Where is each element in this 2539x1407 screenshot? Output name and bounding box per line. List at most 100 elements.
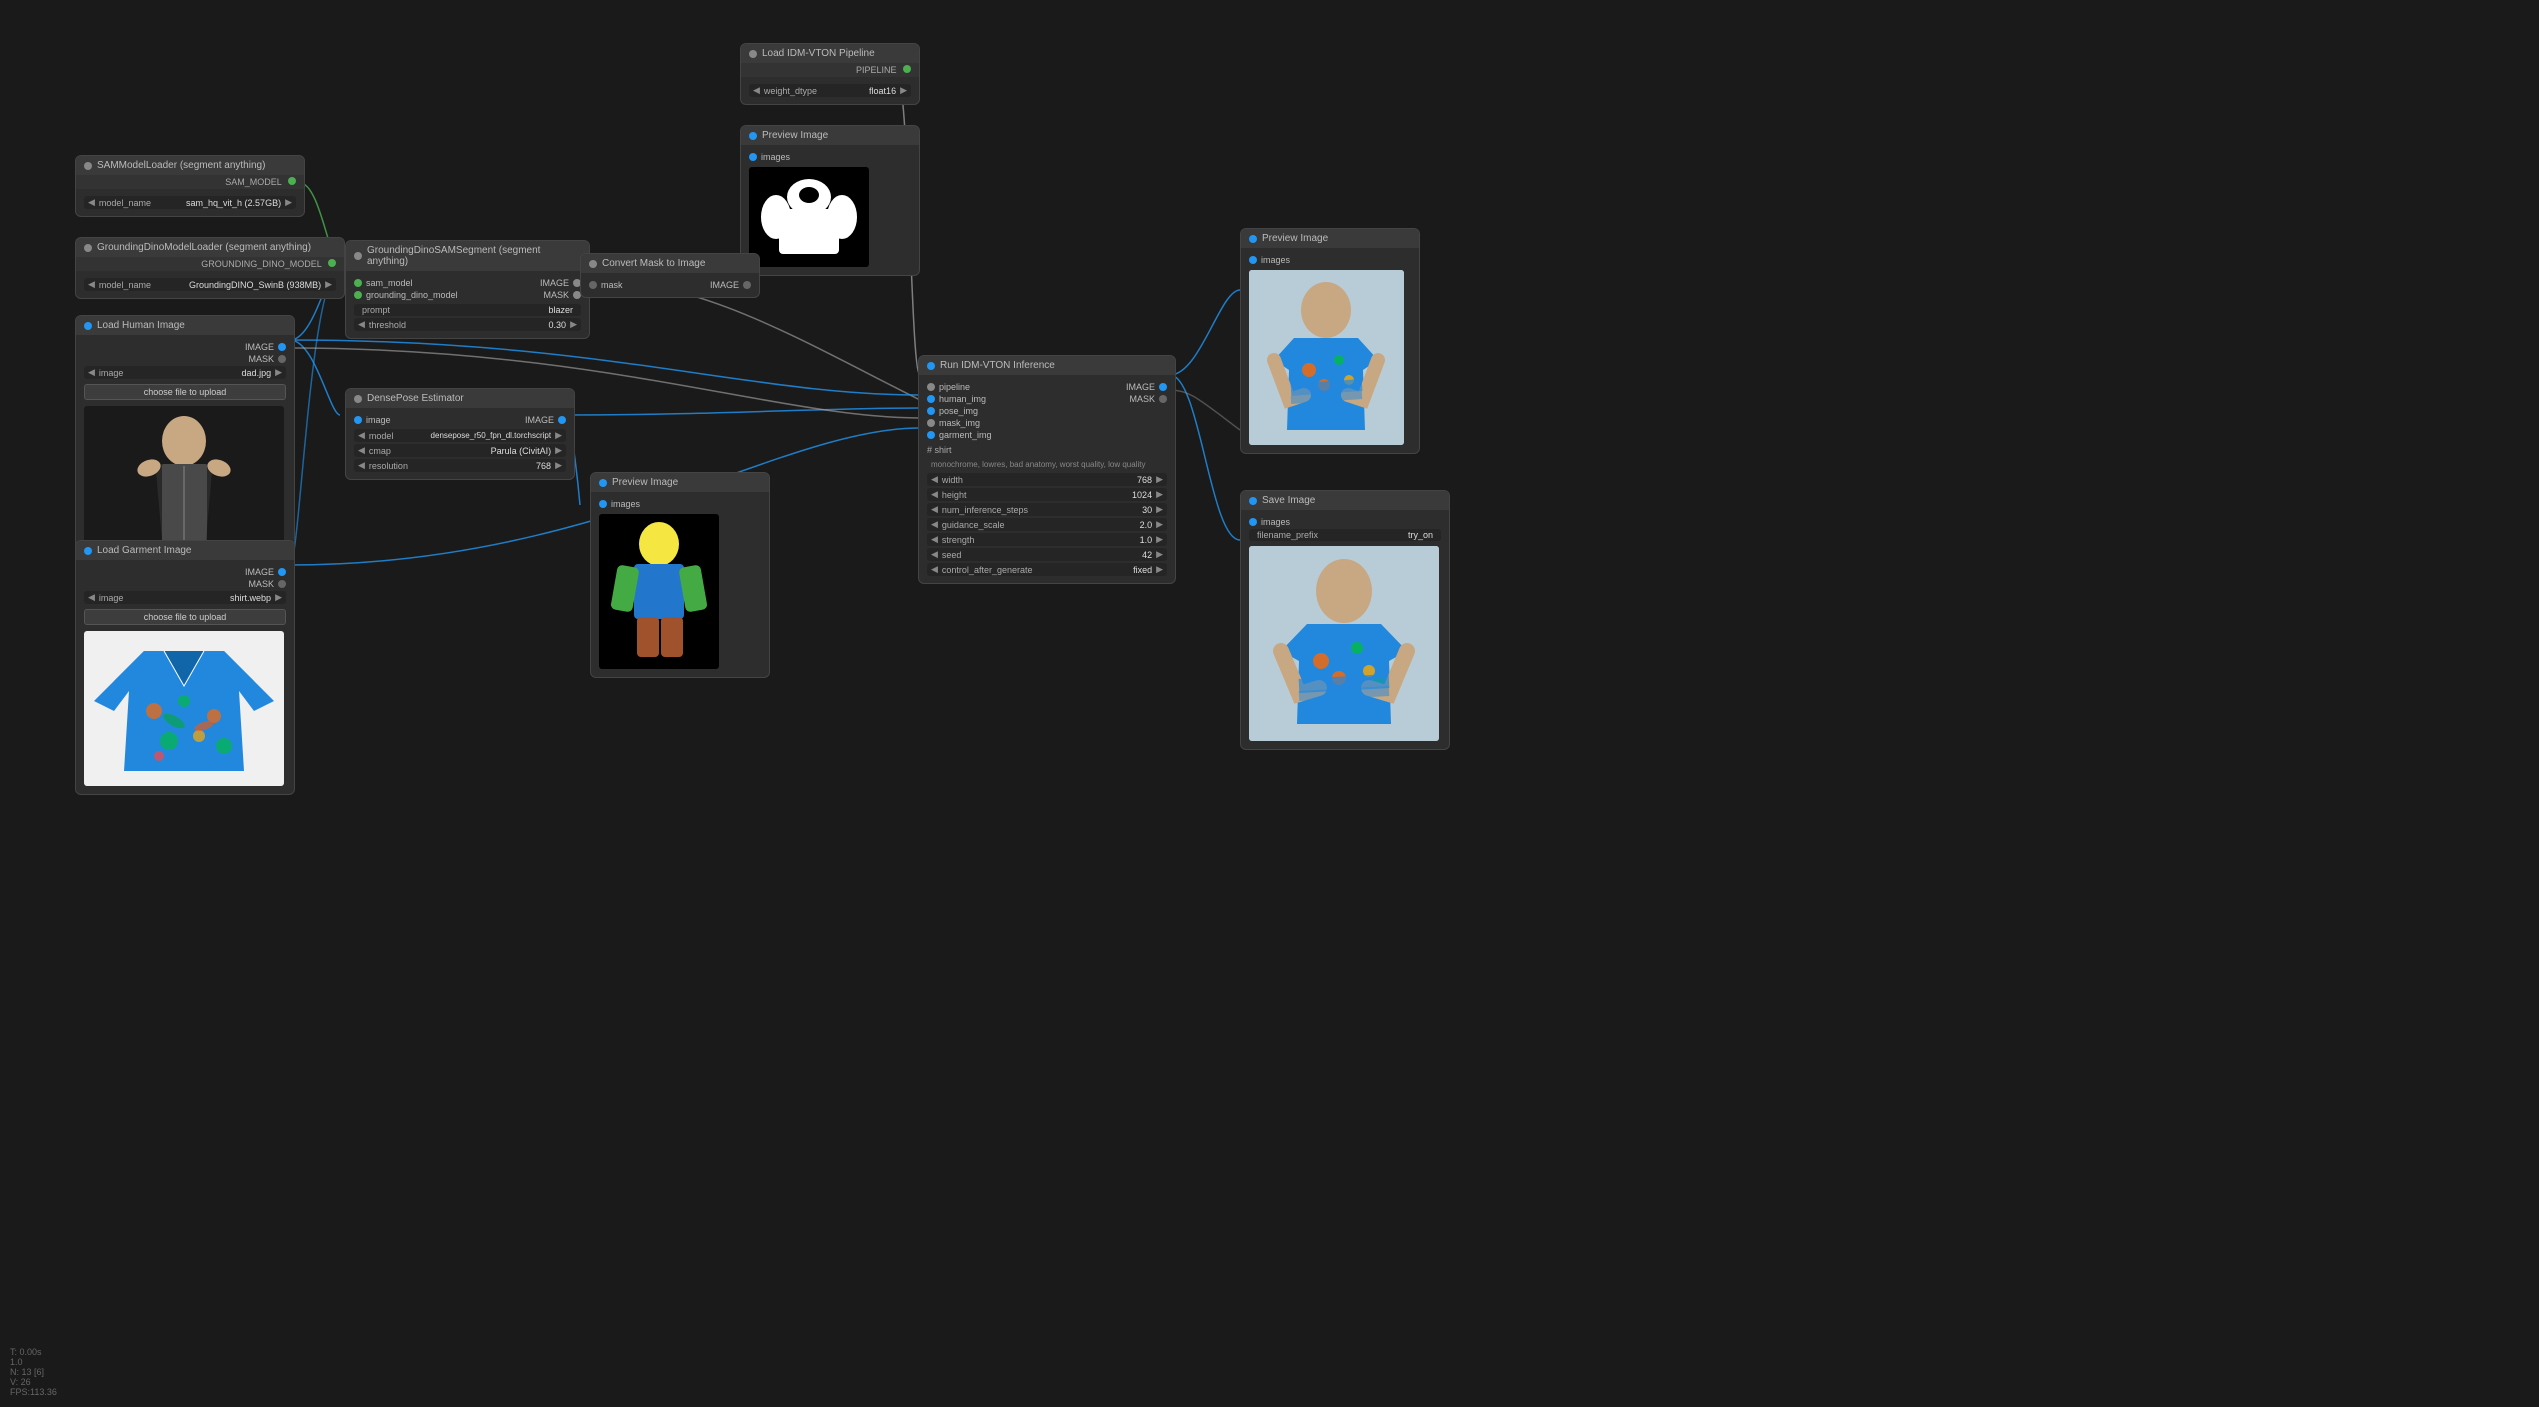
image-output-port: IMAGE	[540, 278, 581, 288]
run-idm-vton-header: Run IDM-VTON Inference	[919, 356, 1175, 375]
resolution-field[interactable]: ◀ resolution 768 ▶	[354, 459, 566, 472]
images-port: images	[749, 152, 911, 162]
node-status-dot	[84, 162, 92, 170]
node-status-dot	[354, 395, 362, 403]
status-line3: N: 13 [6]	[10, 1367, 57, 1377]
node-body: images filename_prefix try_on	[1241, 510, 1449, 749]
image-output: IMAGE	[84, 567, 286, 577]
grounding-dino-loader-node: GroundingDinoModelLoader (segment anythi…	[75, 237, 345, 299]
status-line1: T: 0.00s	[10, 1347, 57, 1357]
node-title: Preview Image	[612, 477, 678, 488]
node-title: DensePose Estimator	[367, 393, 464, 404]
mask-output-port: MASK	[540, 290, 581, 300]
node-status-dot	[84, 244, 92, 252]
image-output-port: IMAGE	[525, 415, 566, 425]
image-field[interactable]: ◀ image dad.jpg ▶	[84, 366, 286, 379]
convert-mask-header: Convert Mask to Image	[581, 254, 759, 273]
save-image-header: Save Image	[1241, 491, 1449, 510]
node-title: Load IDM-VTON Pipeline	[762, 48, 875, 59]
load-human-image-node: Load Human Image IMAGE MASK ◀ image dad.…	[75, 315, 295, 575]
node-body: ◀ model_name GroundingDINO_SwinB (938MB)…	[76, 271, 344, 298]
node-status-dot	[84, 547, 92, 555]
load-human-image-header: Load Human Image	[76, 316, 294, 335]
node-body: image IMAGE ◀ model densepose_r50_fpn_dl…	[346, 408, 574, 479]
node-body: IMAGE MASK ◀ image shirt.webp ▶ choose f…	[76, 560, 294, 794]
image-input-port: image	[354, 415, 391, 425]
node-title: Preview Image	[762, 130, 828, 141]
result-preview-image	[1249, 270, 1404, 445]
node-status-dot	[749, 132, 757, 140]
grounding-dino-model-port: grounding_dino_model	[354, 290, 458, 300]
node-title: Convert Mask to Image	[602, 258, 705, 269]
preview-densepose-header: Preview Image	[591, 473, 769, 492]
node-type-label: PIPELINE	[741, 63, 919, 77]
sam-model-port: sam_model	[354, 278, 458, 288]
image-field[interactable]: ◀ image shirt.webp ▶	[84, 591, 286, 604]
negative-prompt: monochrome, lowres, bad anatomy, worst q…	[927, 458, 1167, 471]
status-bar: T: 0.00s 1.0 N: 13 [6] V: 26 FPS:113.36	[10, 1347, 57, 1397]
height-field[interactable]: ◀ height 1024 ▶	[927, 488, 1167, 501]
node-body: ◀ model_name sam_hq_vit_h (2.57GB) ▶	[76, 189, 304, 216]
mask-output: MASK	[1126, 394, 1167, 404]
control-after-generate-field[interactable]: ◀ control_after_generate fixed ▶	[927, 563, 1167, 576]
node-status-dot	[1249, 497, 1257, 505]
seed-field[interactable]: ◀ seed 42 ▶	[927, 548, 1167, 561]
node-title: GroundingDinoModelLoader (segment anythi…	[97, 242, 311, 253]
node-body: images	[1241, 248, 1419, 453]
mask-output: MASK	[84, 579, 286, 589]
node-status-dot	[1249, 235, 1257, 243]
node-status-dot	[84, 322, 92, 330]
densepose-node: DensePose Estimator image IMAGE ◀ model …	[345, 388, 575, 480]
pose-img-input: pose_img	[927, 406, 992, 416]
images-port: images	[1249, 517, 1441, 527]
grounding-dino-sam-header: GroundingDinoSAMSegment (segment anythin…	[346, 241, 589, 271]
filename-prefix-field[interactable]: filename_prefix try_on	[1249, 529, 1441, 541]
node-body: images	[741, 145, 919, 275]
weight-dtype-field[interactable]: ◀ weight_dtype float16 ▶	[749, 84, 911, 97]
node-status-dot	[599, 479, 607, 487]
prompt-field[interactable]: prompt blazer	[354, 304, 581, 316]
preview-mask-node: Preview Image images	[740, 125, 920, 276]
image-output: IMAGE	[1126, 382, 1167, 392]
node-status-dot	[589, 260, 597, 268]
pipeline-input: pipeline	[927, 382, 992, 392]
node-title: SAMModelLoader (segment anything)	[97, 160, 265, 171]
image-output-port: IMAGE	[710, 280, 751, 290]
strength-field[interactable]: ◀ strength 1.0 ▶	[927, 533, 1167, 546]
densepose-header: DensePose Estimator	[346, 389, 574, 408]
status-line2: 1.0	[10, 1357, 57, 1367]
node-status-dot	[927, 362, 935, 370]
grounding-dino-sam-node: GroundingDinoSAMSegment (segment anythin…	[345, 240, 590, 339]
guidance-scale-field[interactable]: ◀ guidance_scale 2.0 ▶	[927, 518, 1167, 531]
load-garment-image-header: Load Garment Image	[76, 541, 294, 560]
width-field[interactable]: ◀ width 768 ▶	[927, 473, 1167, 486]
sam-loader-node: SAMModelLoader (segment anything) SAM_MO…	[75, 155, 305, 217]
images-port: images	[599, 499, 761, 509]
densepose-preview-image	[599, 514, 719, 669]
choose-file-button-garment[interactable]: choose file to upload	[84, 609, 286, 625]
node-title: Run IDM-VTON Inference	[940, 360, 1055, 371]
node-title: Preview Image	[1262, 233, 1328, 244]
model-name-field[interactable]: ◀ model_name sam_hq_vit_h (2.57GB) ▶	[84, 196, 296, 209]
node-body: images	[591, 492, 769, 677]
load-garment-image-node: Load Garment Image IMAGE MASK ◀ image sh…	[75, 540, 295, 795]
choose-file-button[interactable]: choose file to upload	[84, 384, 286, 400]
garment-preview-image	[84, 631, 284, 786]
model-name-field[interactable]: ◀ model_name GroundingDINO_SwinB (938MB)…	[84, 278, 336, 291]
input-dot	[749, 153, 757, 161]
mask-preview-image	[749, 167, 869, 267]
preview-densepose-node: Preview Image images	[590, 472, 770, 678]
num-inference-steps-field[interactable]: ◀ num_inference_steps 30 ▶	[927, 503, 1167, 516]
mask-img-input: mask_img	[927, 418, 992, 428]
threshold-field[interactable]: ◀ threshold 0.30 ▶	[354, 318, 581, 331]
cmap-field[interactable]: ◀ cmap Parula (CivitAI) ▶	[354, 444, 566, 457]
node-body: ◀ weight_dtype float16 ▶	[741, 77, 919, 104]
sam-loader-header: SAMModelLoader (segment anything)	[76, 156, 304, 175]
node-body: IMAGE MASK ◀ image dad.jpg ▶ choose file…	[76, 335, 294, 574]
node-title: Save Image	[1262, 495, 1315, 506]
field-arrow-left[interactable]: ◀	[753, 85, 760, 96]
model-field[interactable]: ◀ model densepose_r50_fpn_dl.torchscript…	[354, 429, 566, 442]
save-preview-image	[1249, 546, 1439, 741]
field-arrow-right[interactable]: ▶	[900, 85, 907, 96]
load-idm-pipeline-node: Load IDM-VTON Pipeline PIPELINE ◀ weight…	[740, 43, 920, 105]
